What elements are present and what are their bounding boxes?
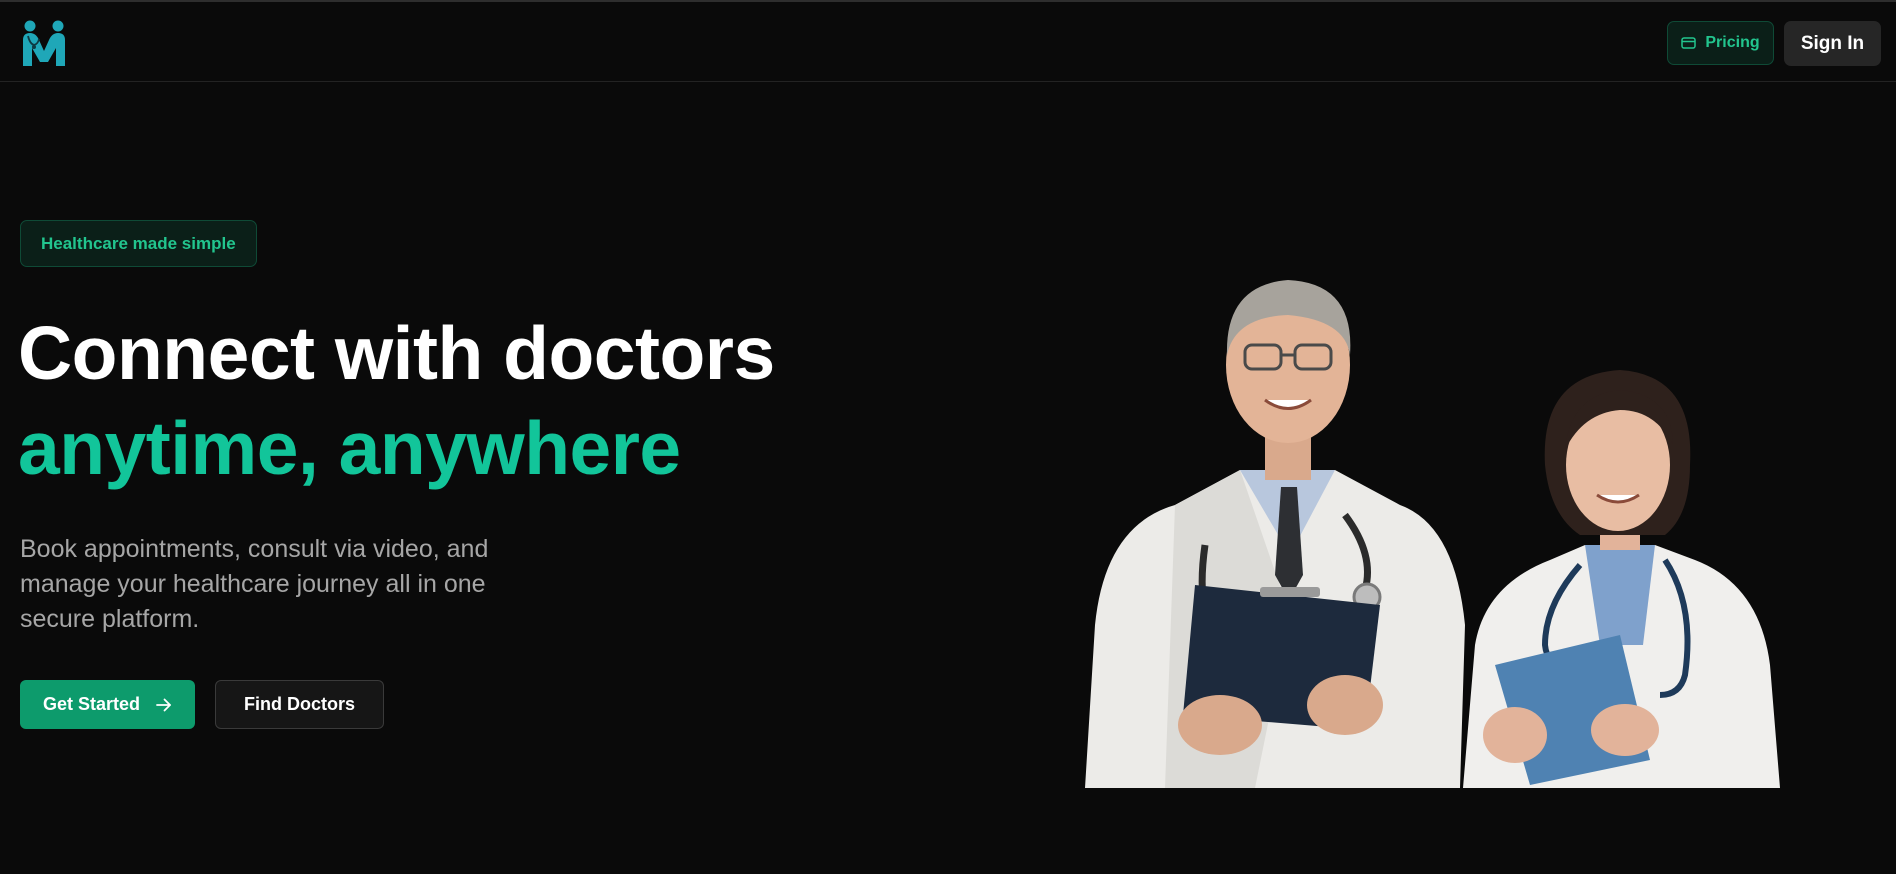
male-doctor-figure bbox=[1085, 280, 1465, 788]
female-doctor-figure bbox=[1463, 370, 1780, 788]
pricing-label: Pricing bbox=[1705, 34, 1760, 51]
sign-in-button[interactable]: Sign In bbox=[1784, 21, 1881, 66]
credit-card-icon bbox=[1681, 37, 1697, 49]
find-doctors-label: Find Doctors bbox=[244, 694, 355, 714]
tagline-text: Healthcare made simple bbox=[41, 233, 236, 253]
headline-accent: anytime, anywhere bbox=[18, 406, 681, 490]
find-doctors-button[interactable]: Find Doctors bbox=[215, 680, 384, 729]
navbar: Pricing Sign In bbox=[0, 2, 1896, 82]
hero-description: Book appointments, consult via video, an… bbox=[20, 535, 489, 633]
doctors-illustration bbox=[1085, 280, 1780, 788]
doctors-image bbox=[1045, 225, 1820, 788]
get-started-button[interactable]: Get Started bbox=[20, 680, 195, 729]
sign-in-label: Sign In bbox=[1800, 32, 1865, 54]
logo[interactable] bbox=[20, 18, 68, 68]
logo-icon bbox=[23, 20, 65, 66]
pricing-button[interactable]: Pricing bbox=[1667, 21, 1774, 65]
get-started-label: Get Started bbox=[42, 694, 141, 714]
arrow-right-icon bbox=[156, 698, 171, 711]
tagline-badge: Healthcare made simple bbox=[20, 220, 257, 267]
headline-primary: Connect with doctors bbox=[18, 311, 775, 395]
